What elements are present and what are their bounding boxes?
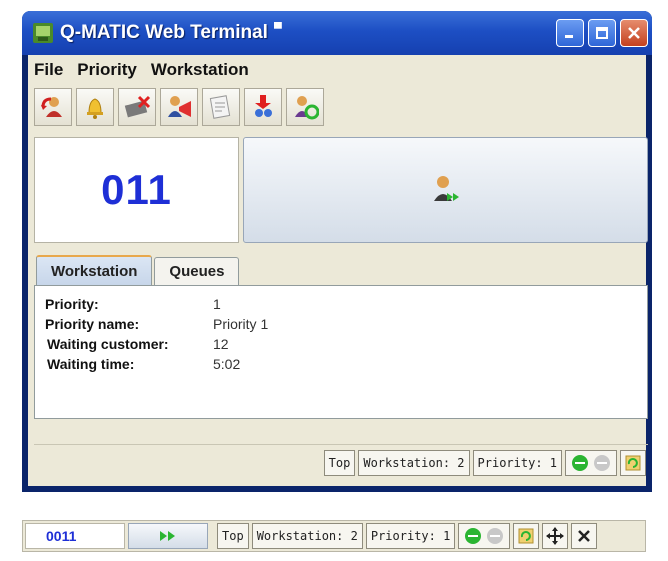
workstation-status: Workstation: 2 <box>358 449 470 476</box>
waiting-customer-label: Waiting customer: <box>47 336 169 352</box>
current-number-panel: 011 <box>34 137 239 243</box>
compact-refresh-button[interactable] <box>513 523 540 549</box>
status-indicators <box>565 449 617 476</box>
announce-icon <box>168 96 191 117</box>
window-client: File Priority Workstation 011 Workstatio… <box>28 55 648 486</box>
bell-button[interactable] <box>76 88 114 126</box>
transfer-customer-icon <box>255 95 272 117</box>
close-icon <box>578 530 591 542</box>
recall-button[interactable] <box>34 88 72 126</box>
workstation-info-panel: Priority: 1 Priority name: Priority 1 Wa… <box>34 285 648 419</box>
close-icon <box>628 27 640 39</box>
fast-forward-icon <box>160 531 175 541</box>
close-button[interactable] <box>620 19 648 47</box>
maximize-icon <box>596 27 608 39</box>
online-status-icon <box>465 528 482 544</box>
minimize-icon <box>565 35 573 38</box>
bell-icon <box>87 98 103 119</box>
waiting-customer-value: 12 <box>213 336 229 352</box>
call-next-customer-icon <box>433 176 459 201</box>
compact-call-next-button[interactable] <box>128 523 208 549</box>
priority-name-value: Priority 1 <box>213 316 269 332</box>
compact-queue-number: 0011 <box>25 523 125 549</box>
compact-status-indicators <box>458 523 511 549</box>
compact-workstation-status: Workstation: 2 <box>251 523 363 549</box>
window-title: Q-MATIC Web Terminal <box>60 22 268 43</box>
menu-workstation[interactable]: Workstation <box>151 60 249 80</box>
offline-status-icon <box>487 528 504 544</box>
info-row-waiting-time: Waiting time: 5:02 <box>45 354 647 374</box>
print-document-icon <box>209 95 231 119</box>
terminal-window: Q-MATIC Web Terminal ▀ File Priority Wor… <box>22 11 652 492</box>
status-bar: Top Workstation: 2 Priority: 1 <box>34 444 648 480</box>
recall-customer-icon <box>41 97 62 117</box>
waiting-time-label: Waiting time: <box>47 356 135 372</box>
title-bar[interactable]: Q-MATIC Web Terminal ▀ <box>22 11 652 55</box>
menu-bar: File Priority Workstation <box>28 55 646 85</box>
compact-top-button[interactable]: Top <box>217 523 249 549</box>
compact-close-button[interactable] <box>571 523 598 549</box>
offline-status-icon <box>594 454 610 471</box>
delete-ticket-icon <box>124 95 151 118</box>
tab-workstation[interactable]: Workstation <box>36 255 153 285</box>
compact-priority-status: Priority: 1 <box>365 523 456 549</box>
transfer-button[interactable] <box>244 88 282 126</box>
title-pin-icon: ▀ <box>273 23 282 35</box>
toolbar <box>28 85 646 129</box>
call-next-button[interactable] <box>243 137 648 243</box>
delete-ticket-button[interactable] <box>118 88 156 126</box>
info-row-priority-name: Priority name: Priority 1 <box>45 314 647 334</box>
info-row-waiting-customer: Waiting customer: 12 <box>45 334 647 354</box>
priority-value: 1 <box>213 296 221 312</box>
compact-move-button[interactable] <box>542 523 569 549</box>
app-icon <box>33 23 53 43</box>
info-row-priority: Priority: 1 <box>45 294 647 314</box>
maximize-button[interactable] <box>588 19 616 47</box>
compact-terminal-bar: 0011 Top Workstation: 2 Priority: 1 <box>22 520 646 552</box>
top-button[interactable]: Top <box>323 449 356 476</box>
priority-name-label: Priority name: <box>45 316 140 332</box>
redirect-customer-icon <box>295 96 319 120</box>
waiting-time-value: 5:02 <box>213 356 241 372</box>
minimize-button[interactable] <box>556 19 584 47</box>
print-button[interactable] <box>202 88 240 126</box>
redirect-button[interactable] <box>286 88 324 126</box>
priority-label: Priority: <box>45 296 99 312</box>
refresh-icon <box>625 455 641 470</box>
menu-priority[interactable]: Priority <box>77 60 137 80</box>
current-queue-number: 011 <box>101 166 172 213</box>
refresh-button[interactable] <box>620 449 646 476</box>
tab-strip: Workstation Queues <box>36 255 241 285</box>
menu-file[interactable]: File <box>34 60 63 80</box>
refresh-icon <box>518 528 534 544</box>
tab-queues[interactable]: Queues <box>154 257 240 285</box>
priority-status: Priority: 1 <box>472 449 562 476</box>
announce-button[interactable] <box>160 88 198 126</box>
move-icon <box>546 527 565 545</box>
online-status-icon <box>572 454 588 471</box>
